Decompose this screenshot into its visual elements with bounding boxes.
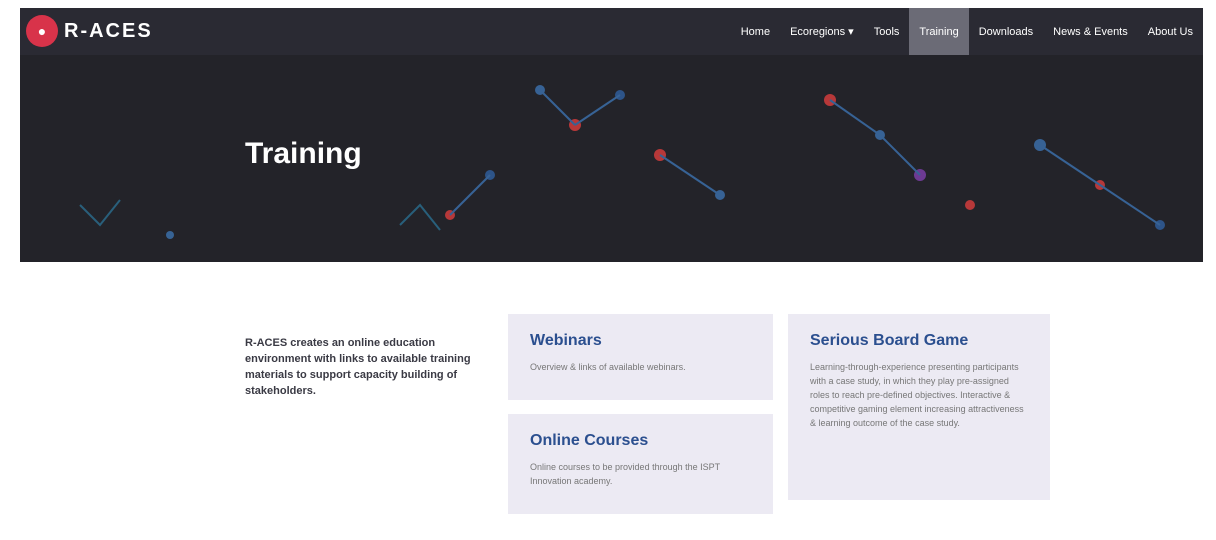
online-courses-card[interactable]: Online Courses Online courses to be prov… [508, 414, 773, 514]
content-area: R-ACES creates an online education envir… [20, 262, 1203, 540]
logo-text: R-ACES [64, 19, 153, 42]
hero-banner: Training [20, 55, 1203, 262]
nav-downloads[interactable]: Downloads [969, 8, 1043, 55]
logo-icon: ● [26, 15, 58, 47]
hero-network-pattern [79, 85, 1165, 239]
nav-news-events[interactable]: News & Events [1043, 8, 1138, 55]
webinars-text: Overview & links of available webinars. [530, 362, 686, 372]
board-game-title[interactable]: Serious Board Game [810, 332, 1028, 350]
board-game-card[interactable]: Serious Board Game Learning-through-expe… [788, 314, 1050, 500]
online-courses-title[interactable]: Online Courses [530, 432, 751, 450]
nav-home[interactable]: Home [731, 8, 780, 55]
webinars-title[interactable]: Webinars [530, 332, 751, 350]
page-title: Training [245, 137, 362, 170]
board-game-text: Learning-through-experience presenting p… [810, 362, 1024, 428]
top-nav: ● R-ACES Home Ecoregions ▾ Tools Trainin… [20, 8, 1203, 55]
nav-training[interactable]: Training [909, 8, 969, 55]
intro-text: R-ACES creates an online education envir… [245, 337, 471, 397]
online-courses-text: Online courses to be provided through th… [530, 462, 720, 486]
nav-ecoregions[interactable]: Ecoregions ▾ [780, 8, 864, 55]
page-frame: ● R-ACES Home Ecoregions ▾ Tools Trainin… [20, 8, 1203, 540]
webinars-card[interactable]: Webinars Overview & links of available w… [508, 314, 773, 400]
nav-about-us[interactable]: About Us [1138, 8, 1203, 55]
main-menu: Home Ecoregions ▾ Tools Training Downloa… [731, 8, 1203, 55]
nav-tools[interactable]: Tools [864, 8, 910, 55]
site-logo[interactable]: ● R-ACES [26, 12, 153, 50]
